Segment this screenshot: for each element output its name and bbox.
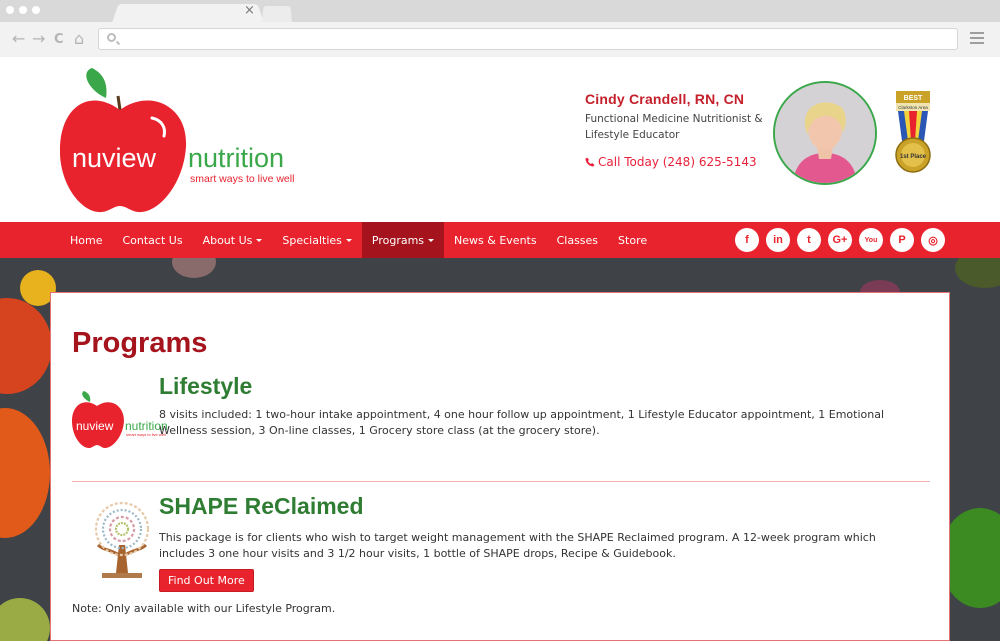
contact-block: Cindy Crandell, RN, CN Functional Medici… [585, 91, 765, 169]
nav-item-classes[interactable]: Classes [547, 222, 608, 258]
window-dot-maximize[interactable] [32, 6, 40, 14]
social-links: f in t G+ You P ◎ [735, 228, 945, 252]
thumb-word-nuview: nuview [76, 419, 114, 433]
best-award-medal: BEST Clarkston Area 1st Place [895, 91, 931, 173]
nav-item-label: About Us [202, 233, 253, 247]
nav-item-label: Home [70, 233, 103, 247]
search-icon [107, 33, 116, 42]
page-title: Programs [72, 327, 208, 359]
nav-item-contact-us[interactable]: Contact Us [112, 222, 192, 258]
nav-item-specialties[interactable]: Specialties [272, 222, 362, 258]
nav-item-store[interactable]: Store [608, 222, 657, 258]
program-desc-lifestyle: 8 visits included: 1 two-hour intake app… [159, 408, 885, 437]
browser-chrome: × ← → C ⌂ [0, 0, 1000, 57]
program-title-lifestyle[interactable]: Lifestyle [159, 373, 252, 400]
shape-reclaimed-tree-thumbnail [72, 499, 172, 583]
logo-word-nuview: nuview [72, 143, 157, 173]
caret-down-icon [345, 238, 352, 242]
phone-link[interactable]: Call Today (248) 625-5143 [585, 155, 765, 169]
browser-toolbar: ← → C ⌂ [0, 22, 1000, 57]
address-bar[interactable] [98, 28, 958, 50]
nav-item-home[interactable]: Home [60, 222, 112, 258]
window-controls[interactable] [6, 6, 40, 14]
instagram-icon[interactable]: ◎ [921, 228, 945, 252]
nav-menu: Home Contact Us About Us Specialties Program… [60, 222, 657, 258]
logo-word-nutrition: nutrition [188, 143, 284, 173]
contact-name: Cindy Crandell, RN, CN [585, 91, 745, 107]
browser-tab-active[interactable] [112, 4, 264, 23]
program-desc-shape-reclaimed: This package is for clients who wish to … [159, 531, 876, 560]
nav-item-label: Specialties [282, 233, 342, 247]
twitter-icon[interactable]: t [797, 228, 821, 252]
find-out-more-button[interactable]: Find Out More [159, 569, 254, 592]
site-header: nuview nutrition smart ways to live well… [0, 57, 1000, 222]
reload-icon[interactable]: C [54, 31, 64, 49]
facebook-icon[interactable]: f [735, 228, 759, 252]
nav-item-label: Classes [556, 233, 599, 247]
tab-close-icon[interactable]: × [244, 3, 255, 18]
contact-title: Functional Medicine Nutritionist & Lifes… [585, 113, 763, 141]
linkedin-icon[interactable]: in [766, 228, 790, 252]
medal-region-text: Clarkston Area [898, 105, 928, 110]
medal-top-text: BEST [904, 95, 923, 102]
browser-menu-icon[interactable] [970, 32, 984, 47]
nav-item-news-events[interactable]: News & Events [444, 222, 547, 258]
window-dot-minimize[interactable] [19, 6, 27, 14]
window-dot-close[interactable] [6, 6, 14, 14]
caret-down-icon [256, 238, 263, 242]
pinterest-icon[interactable]: P [890, 228, 914, 252]
forward-arrow-icon[interactable]: → [32, 30, 45, 48]
back-arrow-icon[interactable]: ← [12, 30, 25, 48]
nav-item-label: News & Events [454, 233, 537, 247]
nav-item-label: Store [618, 233, 648, 247]
browser-new-tab[interactable] [262, 6, 292, 23]
medal-place-text: 1st Place [900, 154, 927, 160]
nav-item-programs[interactable]: Programs [361, 222, 445, 258]
main-navbar: Home Contact Us About Us Specialties Program… [0, 222, 1000, 258]
caret-down-icon [428, 238, 435, 242]
nav-item-label: Contact Us [122, 233, 183, 247]
home-icon[interactable]: ⌂ [74, 30, 84, 48]
nav-item-label: Programs [371, 233, 425, 247]
program-note: Note: Only available with our Lifestyle … [72, 602, 336, 615]
profile-photo [773, 81, 877, 185]
youtube-icon[interactable]: You [859, 228, 883, 252]
phone-icon [585, 157, 595, 167]
logo-tagline: smart ways to live well [190, 173, 294, 185]
programs-card: Programs nuview nutrition smart ways to … [50, 292, 950, 641]
nuview-nutrition-logo[interactable]: nuview nutrition smart ways to live well [60, 66, 310, 216]
program-title-shape-reclaimed[interactable]: SHAPE ReClaimed [159, 493, 364, 520]
google-plus-icon[interactable]: G+ [828, 228, 852, 252]
program-divider [72, 481, 930, 482]
nav-item-about-us[interactable]: About Us [193, 222, 273, 258]
